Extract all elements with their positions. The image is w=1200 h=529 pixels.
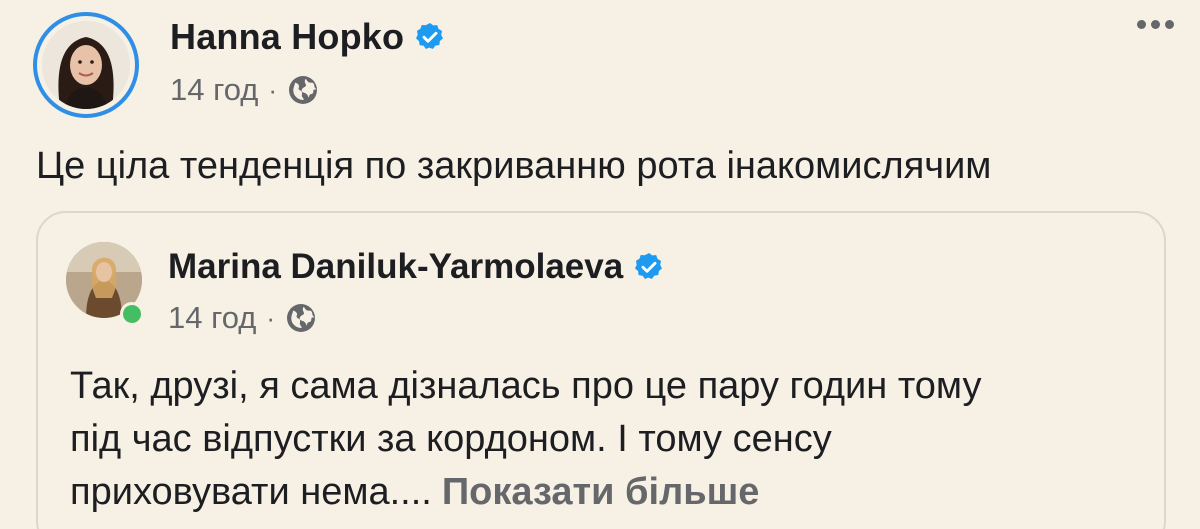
shared-post-meta: 14 год · (168, 298, 317, 338)
more-dot (1137, 20, 1146, 29)
post-time[interactable]: 14 год (170, 70, 258, 110)
globe-icon[interactable] (287, 74, 319, 106)
meta-separator: · (266, 303, 276, 333)
author-avatar-image (42, 21, 130, 109)
shared-text-line-last: приховувати нема.... Показати більше (70, 466, 1150, 519)
shared-author-name-text[interactable]: Marina Daniluk-Yarmolaeva (168, 244, 623, 290)
more-dot (1165, 20, 1174, 29)
more-dot (1151, 20, 1160, 29)
shared-text-line: Так, друзі, я сама дізналась про це пару… (70, 365, 982, 407)
facebook-post: Hanna Hopko 14 год · Це ціла тенденція п… (0, 0, 1200, 529)
verified-badge-icon (635, 253, 663, 279)
author-name-text[interactable]: Hanna Hopko (170, 14, 404, 60)
post-meta: 14 год · (170, 70, 319, 110)
see-more-link[interactable]: Показати більше (442, 471, 760, 513)
author-avatar[interactable] (33, 12, 139, 118)
shared-post-text: Так, друзі, я сама дізналась про це пару… (70, 360, 1150, 519)
shared-post-time[interactable]: 14 год (168, 298, 256, 338)
meta-separator: · (268, 75, 278, 105)
author-name[interactable]: Hanna Hopko (170, 14, 446, 60)
more-options-button[interactable] (1137, 20, 1174, 29)
shared-text-line: під час відпустки за кордоном. І тому се… (70, 418, 832, 460)
shared-text-line-content: приховувати нема.... (70, 471, 432, 513)
shared-author-name[interactable]: Marina Daniluk-Yarmolaeva (168, 244, 665, 290)
post-text: Це ціла тенденція по закриванню рота іна… (36, 145, 992, 187)
verified-badge-icon (416, 23, 444, 49)
globe-icon[interactable] (285, 302, 317, 334)
online-status-indicator (120, 302, 144, 326)
